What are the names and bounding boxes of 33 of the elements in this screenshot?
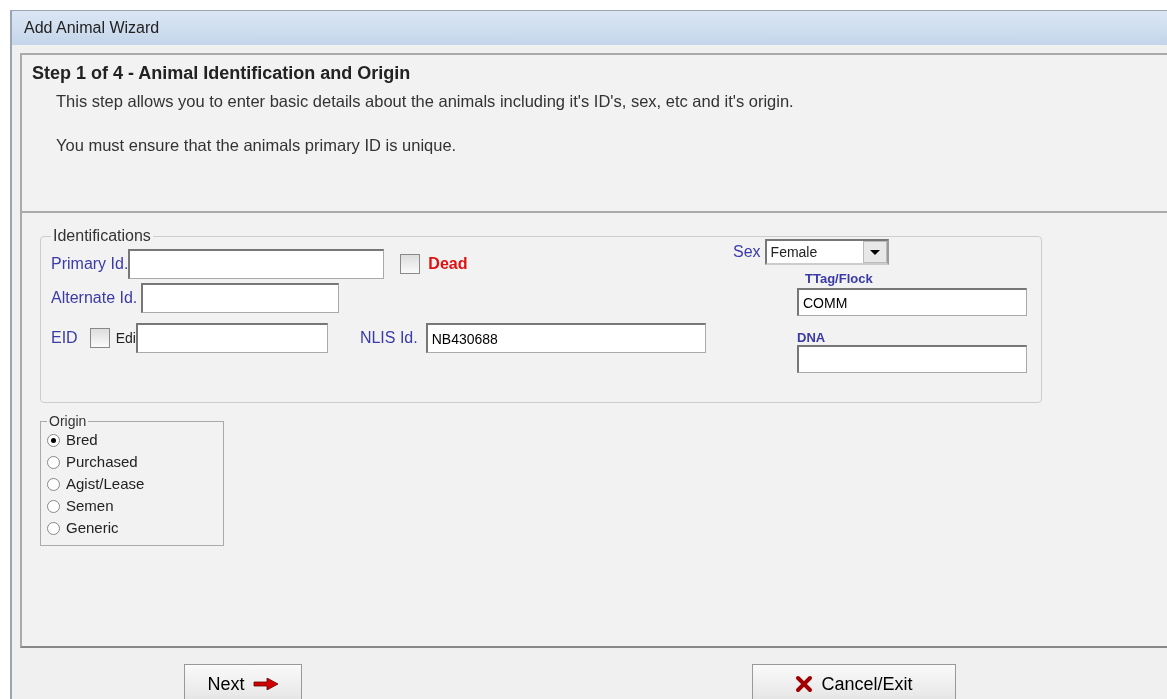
cancel-button[interactable]: Cancel/Exit	[752, 664, 956, 699]
radio-option[interactable]: Semen	[47, 495, 217, 517]
sex-dropdown[interactable]: Female	[764, 239, 889, 265]
eid-field[interactable]	[135, 323, 328, 353]
close-icon	[795, 675, 814, 693]
dna-field[interactable]	[797, 345, 1027, 373]
checkbox-label: Edi	[115, 330, 136, 346]
step-description: This step allows you to enter basic details about the animals including it's ID's, sex, etc and it's origin.	[56, 91, 795, 112]
alternate-id-field[interactable]	[141, 283, 339, 313]
step-title: Step 1 of 4 - Animal Identification and Origin	[32, 63, 412, 84]
radio-option[interactable]: Bred	[47, 429, 217, 451]
arrow-right-icon	[252, 678, 279, 690]
next-button[interactable]: Next	[184, 664, 302, 699]
nlis-id-field[interactable]: NB430688	[425, 323, 706, 353]
step-note: You must ensure that the animals primary ID is unique.	[56, 135, 458, 157]
field-label: Sex	[733, 243, 761, 261]
window-title: Add Animal Wizard	[24, 19, 160, 37]
radio-option[interactable]: Agist/Lease	[47, 473, 217, 495]
field-label: EID	[51, 329, 78, 347]
field-label: TTag/Flock	[805, 271, 873, 286]
field-label: DNA	[797, 330, 826, 345]
group-legend: Identifications	[51, 227, 153, 245]
field-label: Primary Id.	[51, 255, 129, 273]
checkbox-label: Dead	[428, 255, 468, 273]
ttag-flock-field[interactable]: COMM	[797, 288, 1027, 316]
checkbox[interactable]	[400, 254, 421, 274]
group-legend: Origin	[47, 413, 89, 429]
field-label: NLIS Id.	[359, 329, 418, 347]
radio-option[interactable]: Purchased	[47, 451, 217, 473]
checkbox[interactable]	[89, 328, 110, 348]
primary-id-field[interactable]	[128, 249, 385, 279]
radio-option[interactable]: Generic	[47, 517, 217, 539]
field-label: Alternate Id.	[51, 289, 139, 307]
